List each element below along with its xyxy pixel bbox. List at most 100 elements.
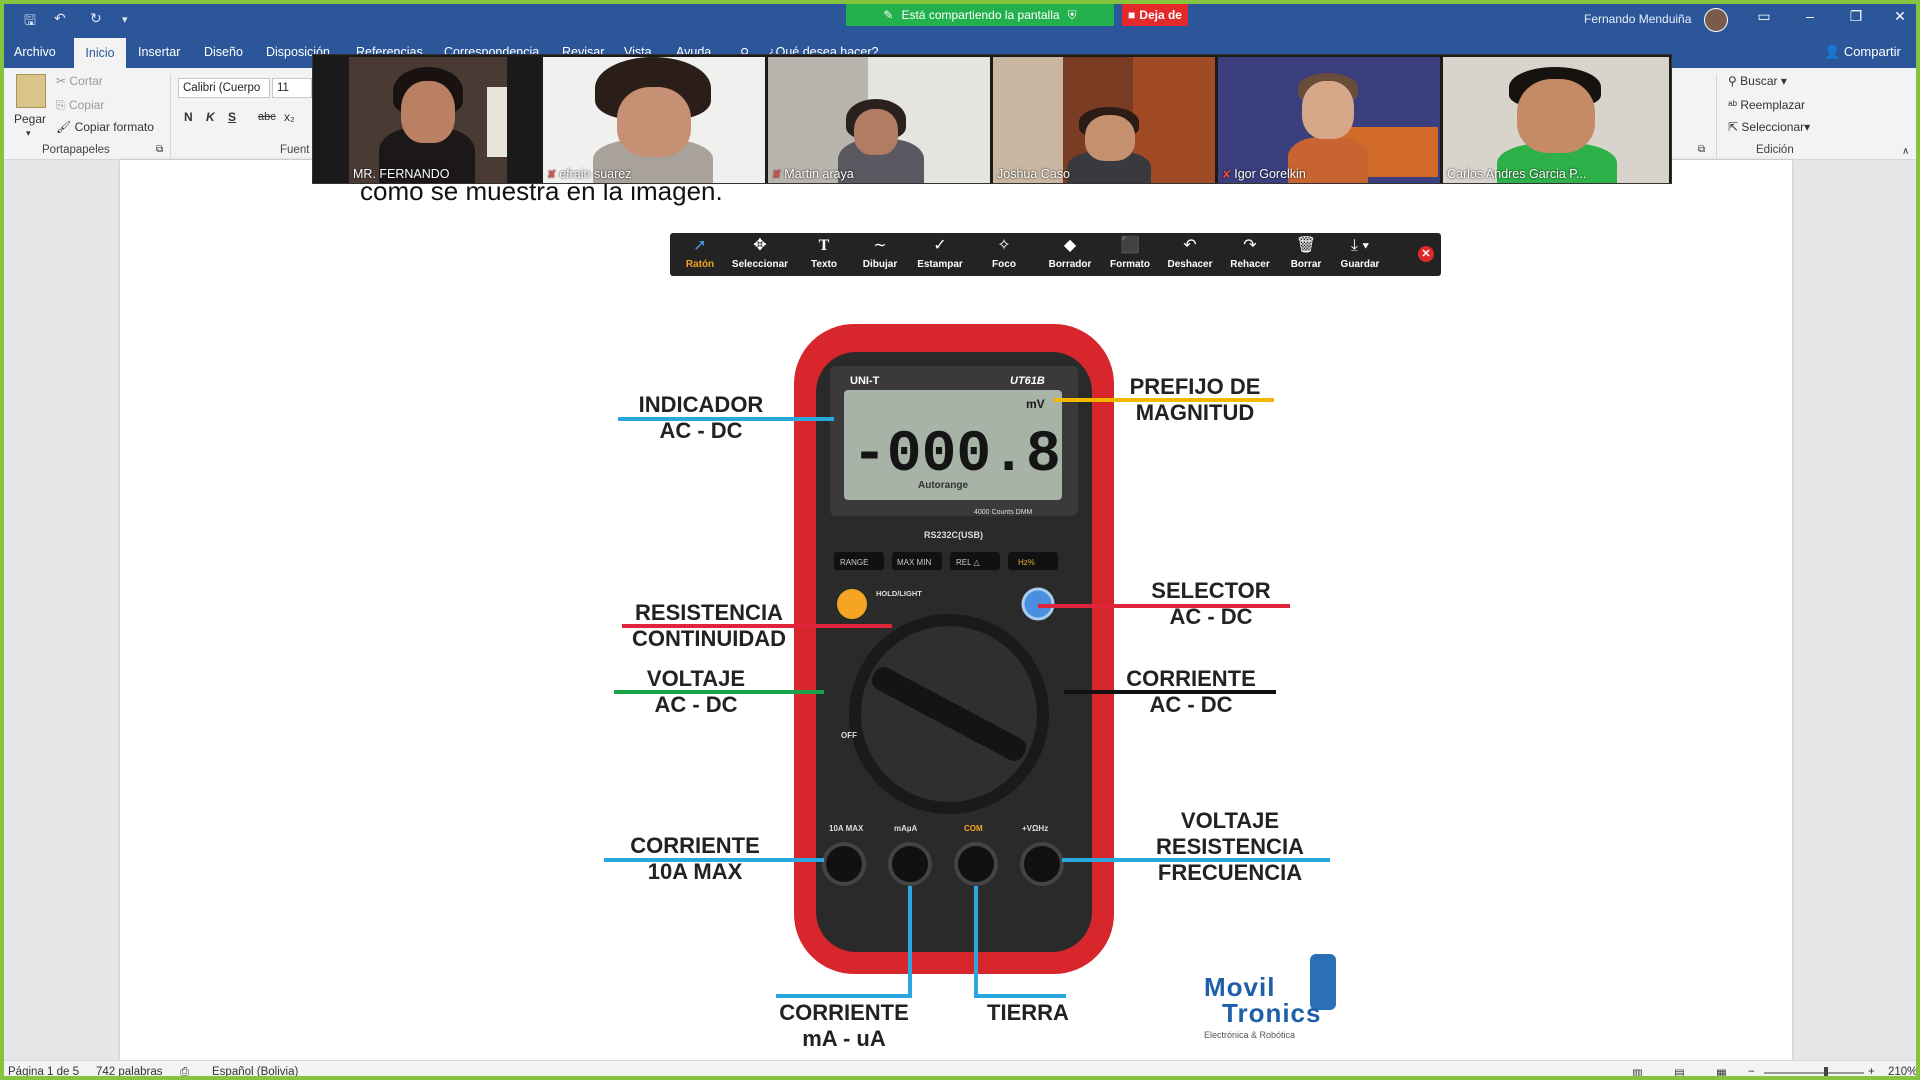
video-tile[interactable]: ✘ Martin araya: [768, 57, 990, 183]
minimize-icon[interactable]: –: [1790, 8, 1830, 24]
tool-label: Guardar: [1340, 259, 1380, 270]
select-button[interactable]: ⇱ Seleccionar▾: [1728, 120, 1810, 134]
video-tile[interactable]: MR. FERNANDO: [349, 57, 507, 183]
video-tile[interactable]: ✘ efrain suarez: [543, 57, 765, 183]
restore-icon[interactable]: ❐: [1836, 8, 1876, 25]
tool-dibujar[interactable]: ∼ Dibujar: [850, 237, 910, 270]
print-layout-icon[interactable]: ▤: [1674, 1066, 1685, 1076]
label-line: TIERRA: [987, 1000, 1069, 1025]
close-icon[interactable]: ✕: [1880, 8, 1916, 25]
format-painter-button[interactable]: 🖌 Copiar formato: [56, 120, 154, 134]
tool-estampar[interactable]: ✓ Estampar: [910, 237, 970, 270]
video-tile[interactable]: Joshua Caso: [993, 57, 1215, 183]
tool-borrar[interactable]: 🗑 Borrar: [1276, 237, 1336, 270]
word-count[interactable]: 742 palabras: [96, 1066, 163, 1076]
tool-deshacer[interactable]: ↶ Deshacer: [1160, 237, 1220, 270]
participant-name-text: efrain suarez: [559, 167, 632, 181]
group-fuente: Fuent: [280, 144, 310, 156]
label-line: 10A MAX: [647, 859, 743, 884]
redo-icon: ↷: [1243, 237, 1257, 254]
font-name-combo[interactable]: Calibri (Cuerpo: [178, 78, 270, 98]
dialog-launcher-icon[interactable]: ⧉: [156, 144, 163, 155]
tab-archivo[interactable]: Archivo: [14, 45, 56, 59]
format-painter-label: Copiar formato: [74, 120, 154, 134]
holdlight-label: HOLD/LIGHT: [876, 589, 922, 598]
paste-icon[interactable]: [16, 74, 46, 108]
tool-borrador[interactable]: ◆ Borrador: [1040, 237, 1100, 270]
participant-name: MR. FERNANDO: [353, 167, 450, 181]
label-line: FRECUENCIA: [1157, 860, 1303, 885]
language-indicator[interactable]: Español (Bolivia): [212, 1066, 298, 1076]
tool-label: Estampar: [917, 259, 963, 270]
video-gallery[interactable]: MR. FERNANDO ✘ efrain suarez ✘ Martin aray…: [312, 54, 1672, 184]
cut-button[interactable]: ✂ Cortar: [56, 74, 103, 88]
dialog-launcher-icon[interactable]: ⧉: [1698, 144, 1705, 155]
label-line: CORRIENTE: [1126, 666, 1256, 691]
share-button[interactable]: 👤 Compartir: [1824, 44, 1901, 60]
subscript-button[interactable]: x₂: [284, 110, 295, 124]
zoom-in-icon[interactable]: +: [1868, 1066, 1875, 1076]
tool-formato[interactable]: ⬛ Formato: [1100, 237, 1160, 270]
user-name[interactable]: Fernando Menduiña: [1584, 12, 1691, 26]
jack-ma-label: mAµA: [894, 824, 918, 833]
paste-dropdown-icon[interactable]: ▾: [26, 128, 31, 139]
video-tile[interactable]: Carlos Andres Garcia P...: [1443, 57, 1669, 183]
participant-name: ✘ efrain suarez: [547, 167, 631, 181]
replace-button[interactable]: ᵃᵇ Reemplazar: [1728, 98, 1805, 112]
word-window: 🖫 ↶ ↻ ▾ ✎ Está compartiendo la pantalla …: [0, 0, 1920, 1080]
undo-icon[interactable]: ↶: [54, 10, 66, 27]
status-bar: Página 1 de 5 742 palabras ⎙ Español (Bo…: [4, 1060, 1916, 1076]
participant-name: Joshua Caso: [997, 167, 1070, 181]
text-icon: T: [818, 237, 830, 254]
proofing-icon[interactable]: ⎙: [180, 1066, 189, 1076]
label-corriente-acdc: CORRIENTE AC - DC: [1106, 666, 1276, 718]
tool-seleccionar[interactable]: ✥ Seleccionar: [730, 237, 790, 270]
close-annotation-icon[interactable]: ✕: [1418, 246, 1434, 262]
zoom-slider-thumb[interactable]: [1824, 1067, 1828, 1076]
save-icon[interactable]: 🖫: [24, 10, 36, 34]
label-line: SELECTOR: [1151, 578, 1271, 603]
tab-diseno[interactable]: Diseño: [204, 45, 243, 59]
trash-icon: 🗑: [1295, 237, 1317, 254]
tool-raton[interactable]: ➚ Ratón: [670, 237, 730, 270]
tool-guardar[interactable]: ⤓ ▾ Guardar: [1330, 237, 1390, 270]
customize-toolbar-icon[interactable]: ▾: [122, 13, 128, 26]
jack-v-label: +VΩHz: [1022, 824, 1048, 833]
redo-icon[interactable]: ↻: [90, 10, 102, 27]
collapse-ribbon-icon[interactable]: ∧: [1902, 146, 1909, 157]
brush-icon: 🖌: [56, 120, 72, 134]
tab-insertar[interactable]: Insertar: [138, 45, 180, 59]
copy-button[interactable]: ⎘ Copiar: [56, 98, 104, 113]
video-tile[interactable]: ✘ Igor Gorelkin: [1218, 57, 1440, 183]
label-line: PREFIJO DE: [1129, 374, 1261, 399]
avatar[interactable]: [1704, 8, 1728, 32]
ribbon-display-icon[interactable]: ▭: [1744, 8, 1784, 25]
read-mode-icon[interactable]: ▥: [1632, 1066, 1643, 1076]
zoom-out-icon[interactable]: −: [1748, 1066, 1755, 1076]
participant-name: ✘ Igor Gorelkin: [1222, 167, 1306, 181]
paste-button[interactable]: Pegar: [14, 112, 46, 126]
find-button[interactable]: ⚲ Buscar ▾: [1728, 74, 1787, 88]
scissors-icon: ✂: [56, 74, 67, 88]
italic-button[interactable]: K: [206, 110, 215, 124]
jack-ma: [888, 842, 932, 886]
undo-icon: ↶: [1183, 237, 1197, 254]
tool-label: Borrador: [1048, 259, 1092, 270]
web-layout-icon[interactable]: ▦: [1716, 1066, 1727, 1076]
tool-rehacer[interactable]: ↷ Rehacer: [1220, 237, 1280, 270]
strike-button[interactable]: abc: [258, 111, 276, 123]
eraser-icon: ◆: [1063, 237, 1077, 254]
page-count[interactable]: Página 1 de 5: [8, 1066, 79, 1076]
stop-share-button[interactable]: ■ Deja de: [1122, 4, 1188, 26]
tab-inicio[interactable]: Inicio: [74, 38, 126, 68]
stop-share-label: Deja de: [1139, 8, 1182, 22]
zoom-level[interactable]: 210%: [1888, 1066, 1916, 1076]
font-size-combo[interactable]: 11: [272, 78, 312, 98]
bold-button[interactable]: N: [184, 110, 193, 124]
mic-muted-icon: ✘: [1222, 169, 1232, 181]
tool-foco[interactable]: ✧ Foco: [974, 237, 1034, 270]
label-line: VOLTAJE: [646, 666, 746, 691]
zoom-slider[interactable]: [1764, 1072, 1864, 1074]
tool-texto[interactable]: T Texto: [794, 237, 854, 270]
underline-button[interactable]: S: [228, 110, 236, 124]
